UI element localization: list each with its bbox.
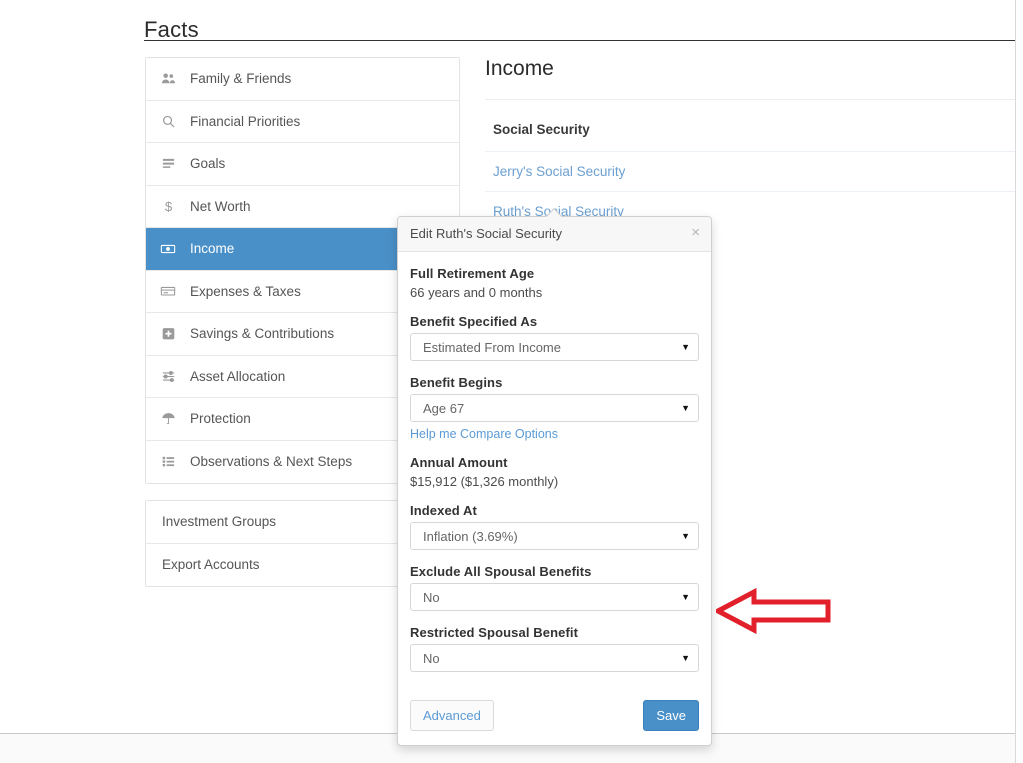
select-value: Estimated From Income xyxy=(423,339,561,355)
chevron-down-icon: ▼ xyxy=(681,653,690,663)
popover-caret-icon xyxy=(546,208,562,217)
sidebar-item-financial-priorities[interactable]: Financial Priorities xyxy=(146,100,459,143)
sidebar-item-label: Export Accounts xyxy=(162,557,260,573)
main-content: Income Social Security Jerry's Social Se… xyxy=(485,57,1023,231)
page-title: Facts xyxy=(144,16,199,42)
sidebar-item-label: Family & Friends xyxy=(190,71,292,87)
sidebar-item-label: Expenses & Taxes xyxy=(190,283,301,299)
select-value: Age 67 xyxy=(423,400,465,416)
chevron-down-icon: ▼ xyxy=(681,531,690,541)
people-icon xyxy=(146,71,190,86)
sidebar-item-family-friends[interactable]: Family & Friends xyxy=(146,58,459,101)
bullet-list-icon xyxy=(146,454,190,469)
section-heading-social-security: Social Security xyxy=(493,122,590,137)
page-right-edge xyxy=(1015,0,1023,763)
help-me-compare-options-link[interactable]: Help me Compare Options xyxy=(410,427,699,441)
save-button[interactable]: Save xyxy=(643,700,699,731)
field-restricted-spousal-benefit: Restricted Spousal Benefit No ▼ xyxy=(410,625,699,672)
field-label: Full Retirement Age xyxy=(410,266,535,281)
field-label: Exclude All Spousal Benefits xyxy=(410,564,592,579)
select-value: No xyxy=(423,589,440,605)
field-label: Annual Amount xyxy=(410,455,508,470)
close-icon[interactable]: × xyxy=(691,225,700,240)
chevron-down-icon: ▼ xyxy=(681,403,690,413)
advanced-button[interactable]: Advanced xyxy=(410,700,494,731)
field-value: 66 years and 0 months xyxy=(410,285,543,300)
umbrella-icon xyxy=(146,411,190,426)
sliders-icon xyxy=(146,369,190,384)
dollar-icon: $ xyxy=(146,199,190,214)
plus-square-icon xyxy=(146,326,190,341)
field-annual-amount: Annual Amount $15,912 ($1,326 monthly) xyxy=(410,455,699,489)
select-value: Inflation (3.69%) xyxy=(423,528,518,544)
sidebar-item-label: Protection xyxy=(190,411,251,427)
annotation-arrow xyxy=(712,586,831,636)
edit-social-security-popover: Edit Ruth's Social Security × Full Retir… xyxy=(397,216,712,746)
sidebar-item-label: Financial Priorities xyxy=(190,113,301,129)
sidebar-item-label: Savings & Contributions xyxy=(190,326,335,342)
chevron-down-icon: ▼ xyxy=(681,592,690,602)
field-label: Benefit Specified As xyxy=(410,314,538,329)
field-value: $15,912 ($1,326 monthly) xyxy=(410,474,559,489)
search-icon xyxy=(146,114,190,129)
list-item[interactable]: Jerry's Social Security xyxy=(485,151,1023,191)
indexed-at-select[interactable]: Inflation (3.69%) ▼ xyxy=(410,522,699,550)
sidebar-item-goals[interactable]: Goals xyxy=(146,143,459,186)
popover-actions: Advanced Save xyxy=(398,684,711,745)
content-title: Income xyxy=(485,57,554,80)
sidebar-item-label: Goals xyxy=(190,156,226,172)
benefit-begins-select[interactable]: Age 67 ▼ xyxy=(410,394,699,422)
field-label: Indexed At xyxy=(410,503,477,518)
sidebar-item-label: Observations & Next Steps xyxy=(190,454,353,470)
list-bars-icon xyxy=(146,156,190,171)
field-label: Restricted Spousal Benefit xyxy=(410,625,579,640)
popover-header: Edit Ruth's Social Security × xyxy=(398,217,711,252)
benefit-specified-as-select[interactable]: Estimated From Income ▼ xyxy=(410,333,699,361)
popover-title: Edit Ruth's Social Security xyxy=(410,226,563,241)
field-exclude-all-spousal-benefits: Exclude All Spousal Benefits No ▼ xyxy=(410,564,699,611)
select-value: No xyxy=(423,650,440,666)
popover-body: Full Retirement Age 66 years and 0 month… xyxy=(398,252,711,684)
money-bill-icon xyxy=(146,241,190,257)
sidebar-item-label: Asset Allocation xyxy=(190,368,286,384)
credit-card-icon xyxy=(146,283,190,299)
page-title-divider xyxy=(144,40,1023,41)
field-benefit-begins: Benefit Begins Age 67 ▼ Help me Compare … xyxy=(410,375,699,441)
sidebar-item-label: Income xyxy=(190,241,235,257)
exclude-all-spousal-benefits-select[interactable]: No ▼ xyxy=(410,583,699,611)
sidebar-item-label: Net Worth xyxy=(190,198,251,214)
field-benefit-specified-as: Benefit Specified As Estimated From Inco… xyxy=(410,314,699,361)
field-full-retirement-age: Full Retirement Age 66 years and 0 month… xyxy=(410,266,699,300)
chevron-down-icon: ▼ xyxy=(681,342,690,352)
restricted-spousal-benefit-select[interactable]: No ▼ xyxy=(410,644,699,672)
sidebar-item-label: Investment Groups xyxy=(162,514,277,530)
app-page: Facts Family & Friends Financial Priorit… xyxy=(0,0,1023,763)
svg-text:$: $ xyxy=(164,199,172,214)
field-label: Benefit Begins xyxy=(410,375,503,390)
field-indexed-at: Indexed At Inflation (3.69%) ▼ xyxy=(410,503,699,550)
